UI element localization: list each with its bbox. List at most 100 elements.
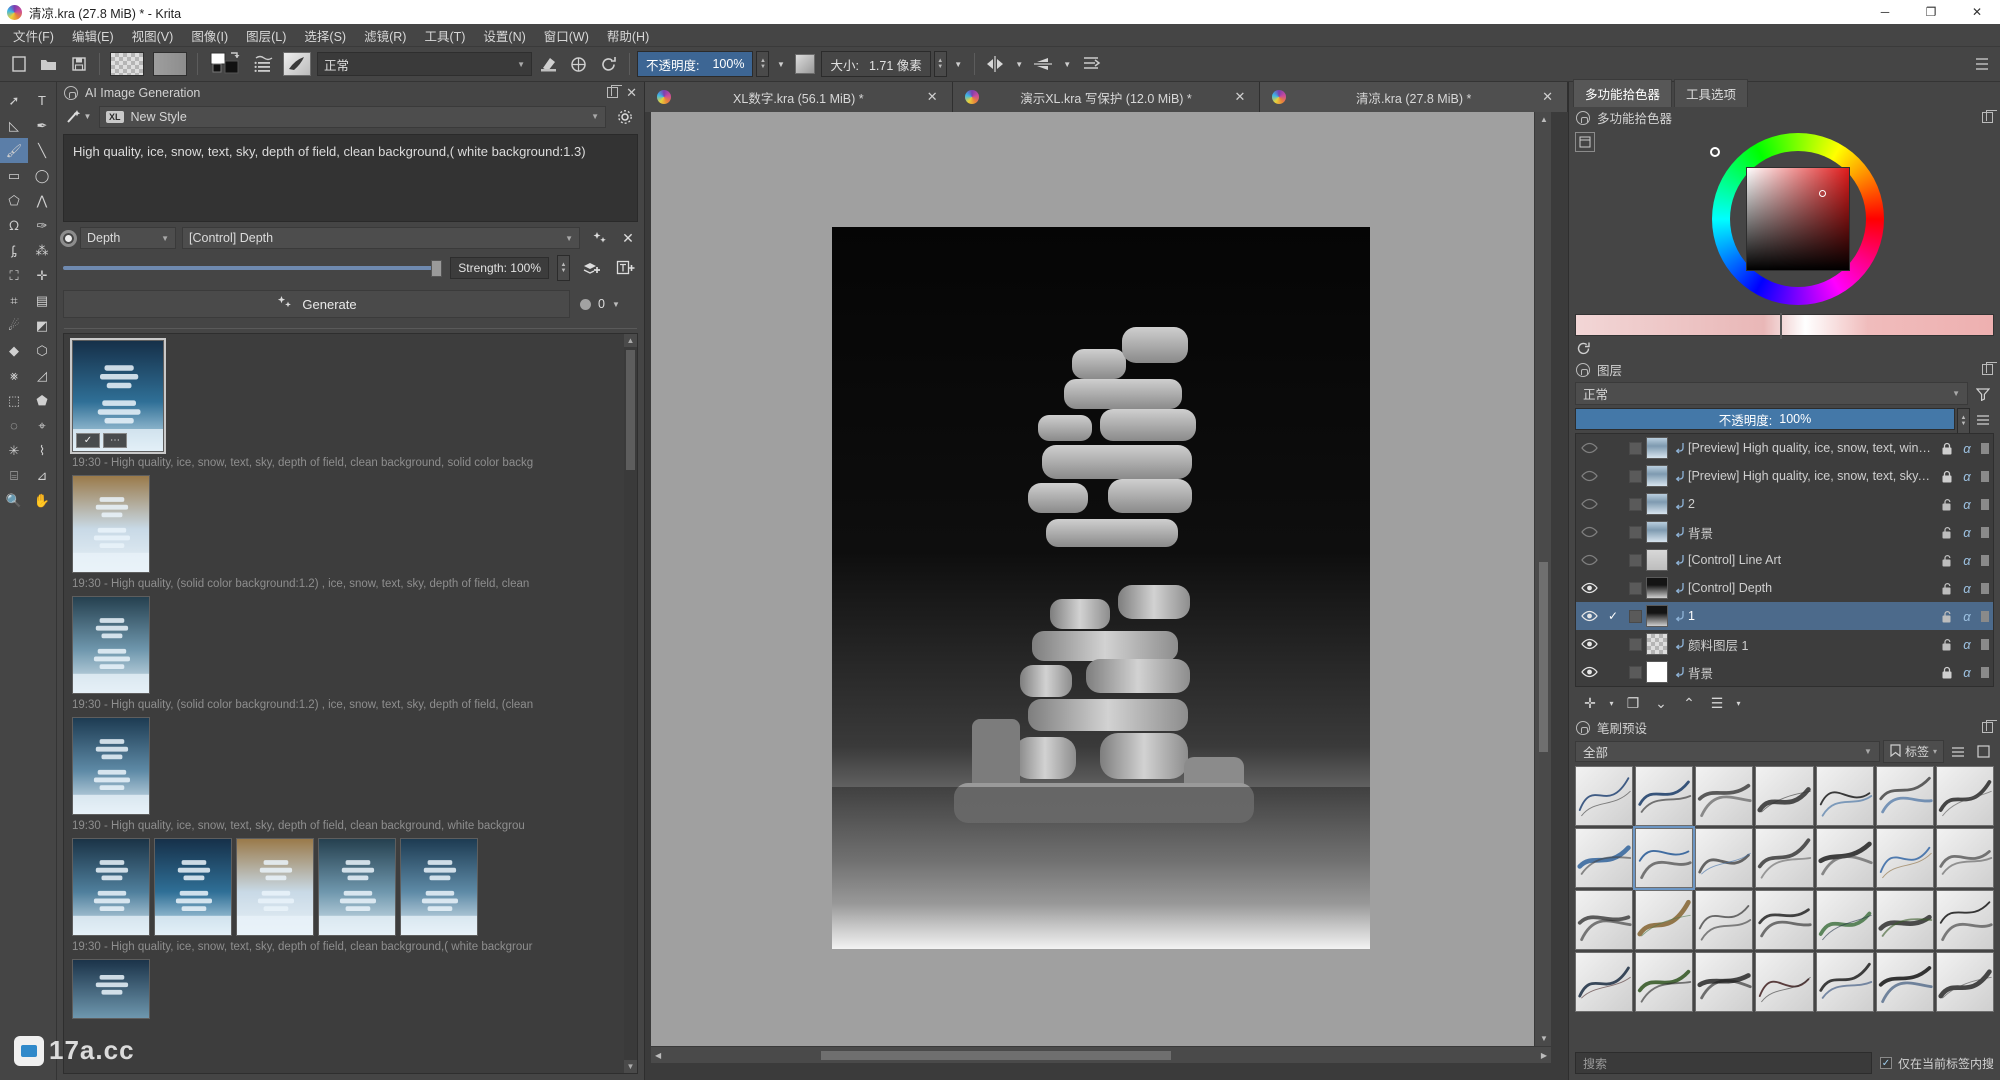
- canvas-tab-close-icon[interactable]: ✕: [927, 89, 938, 105]
- menu-item-image[interactable]: 图像(I): [182, 23, 237, 48]
- table-row[interactable]: [Preview] High quality, ice, snow, text,…: [1576, 434, 1993, 462]
- tab-tool-options[interactable]: 工具选项: [1674, 79, 1749, 107]
- menu-item-window[interactable]: 窗口(W): [535, 23, 598, 48]
- ai-result-thumbnail[interactable]: [400, 838, 478, 936]
- float-docker-icon[interactable]: [1982, 720, 1997, 733]
- lock-open-icon[interactable]: [1937, 610, 1957, 623]
- toolbar-overflow-icon[interactable]: [1968, 51, 1995, 78]
- color-sampler-tool[interactable]: ☄: [0, 313, 28, 338]
- ai-result-badge[interactable]: ⋯: [103, 433, 127, 448]
- eye-hidden-icon[interactable]: [1576, 498, 1602, 510]
- menu-item-filter[interactable]: 滤镜(R): [355, 23, 415, 48]
- table-row[interactable]: [Preview] High quality, ice, snow, text,…: [1576, 462, 1993, 490]
- ai-result-thumbnail[interactable]: [318, 838, 396, 936]
- assistant-tool[interactable]: ⨳: [0, 363, 28, 388]
- foreground-background-color-icon[interactable]: [205, 51, 247, 78]
- brush-preset-6[interactable]: [1935, 766, 1994, 826]
- blend-mode-combo[interactable]: 正常 ▼: [317, 52, 532, 76]
- brush-preset-grid[interactable]: [1575, 766, 1994, 1047]
- brush-preset-16[interactable]: [1695, 890, 1754, 950]
- brush-preset-25[interactable]: [1815, 952, 1874, 1012]
- menu-item-view[interactable]: 视图(V): [123, 23, 183, 48]
- table-row[interactable]: ✓ 1 α: [1576, 602, 1993, 630]
- color-wheel[interactable]: [1601, 128, 1994, 310]
- line-tool[interactable]: ╲: [28, 138, 56, 163]
- ai-result-thumbnail[interactable]: [72, 475, 150, 573]
- canvas-tab-2[interactable]: 清凉.kra (27.8 MiB) * ✕: [1260, 82, 1569, 112]
- ai-result-thumbnail[interactable]: [236, 838, 314, 936]
- clear-brush-icon[interactable]: [535, 51, 562, 78]
- move-layer-up-button[interactable]: ⌃: [1676, 692, 1702, 716]
- lock-open-icon[interactable]: [1937, 582, 1957, 595]
- eye-visible-icon[interactable]: [1576, 666, 1602, 678]
- opacity-field[interactable]: 不透明度: 100%: [637, 51, 754, 77]
- lock-closed-icon[interactable]: [1937, 470, 1957, 483]
- brush-preset-26[interactable]: [1875, 952, 1934, 1012]
- crop-tool[interactable]: ⌗: [0, 288, 28, 313]
- table-row[interactable]: 背景 α: [1576, 658, 1993, 686]
- brush-preset-20[interactable]: [1935, 890, 1994, 950]
- lock-open-icon[interactable]: [1937, 498, 1957, 511]
- ai-result-thumbnail[interactable]: [72, 838, 150, 936]
- value-strip[interactable]: [1575, 313, 1994, 339]
- brush-preset-17[interactable]: [1755, 890, 1814, 950]
- layer-list[interactable]: [Preview] High quality, ice, snow, text,…: [1575, 433, 1994, 687]
- brush-preset-9[interactable]: [1695, 828, 1754, 888]
- enclose-fill-tool[interactable]: ⊿: [28, 463, 56, 488]
- lock-icon[interactable]: [1576, 362, 1590, 377]
- strength-value[interactable]: Strength: 100%: [450, 257, 549, 279]
- ai-result-thumbnail[interactable]: [154, 838, 232, 936]
- ai-result-thumbnail[interactable]: [72, 717, 150, 815]
- open-folder-icon[interactable]: [35, 51, 62, 78]
- table-row[interactable]: 颜料图层 1 α: [1576, 630, 1993, 658]
- add-text-icon[interactable]: [612, 257, 638, 279]
- brush-preset-2[interactable]: [1695, 766, 1754, 826]
- refresh-icon[interactable]: [1576, 341, 1591, 359]
- bezier-curve-tool[interactable]: ᘯ: [0, 213, 28, 238]
- brush-preset-24[interactable]: [1755, 952, 1814, 1012]
- artboard[interactable]: [832, 226, 1370, 949]
- canvas-tab-close-icon[interactable]: ✕: [1542, 89, 1553, 105]
- control-generate-icon[interactable]: [586, 227, 612, 249]
- new-file-icon[interactable]: [5, 51, 32, 78]
- alpha-lock-icon[interactable]: α: [1957, 609, 1977, 624]
- menu-item-tools[interactable]: 工具(T): [415, 23, 474, 48]
- layer-extra-icon[interactable]: [1977, 526, 1993, 538]
- opacity-stepper[interactable]: ▲ ▼: [756, 51, 770, 77]
- brush-preset-icon[interactable]: [280, 51, 314, 78]
- layer-extra-icon[interactable]: [1977, 498, 1993, 510]
- dynamic-brush-tool[interactable]: ᶋ: [0, 238, 28, 263]
- scroll-down-arrow-icon[interactable]: ▼: [1540, 1034, 1548, 1043]
- lock-open-icon[interactable]: [1937, 526, 1957, 539]
- move-layer-down-button[interactable]: ⌄: [1648, 692, 1674, 716]
- close-button[interactable]: ✕: [1954, 0, 2000, 24]
- calligraphy-tool[interactable]: ✒: [28, 113, 56, 138]
- add-layer-dropdown[interactable]: ▾: [1605, 692, 1618, 716]
- brush-preset-18[interactable]: [1815, 890, 1874, 950]
- alpha-lock-icon[interactable]: α: [1957, 665, 1977, 680]
- eye-hidden-icon[interactable]: [1576, 526, 1602, 538]
- zoom-tool[interactable]: 🔍: [0, 488, 28, 513]
- layer-extra-icon[interactable]: [1977, 582, 1993, 594]
- menu-item-file[interactable]: 文件(F): [4, 23, 63, 48]
- strength-stepper[interactable]: ▲ ▼: [557, 255, 570, 281]
- tab-color-selector[interactable]: 多功能拾色器: [1573, 79, 1673, 107]
- freehand-path-tool[interactable]: ✑: [28, 213, 56, 238]
- gradient-swatch-icon[interactable]: [150, 51, 190, 78]
- brush-preset-7[interactable]: [1575, 828, 1634, 888]
- inherit-alpha-icon[interactable]: [1624, 581, 1646, 595]
- remove-control-icon[interactable]: ✕: [618, 228, 638, 248]
- gear-icon[interactable]: [612, 106, 638, 128]
- table-row[interactable]: [Control] Depth α: [1576, 574, 1993, 602]
- search-in-tag-checkbox-row[interactable]: ✓ 仅在当前标签内搜: [1879, 1055, 1994, 1072]
- lock-icon[interactable]: [64, 85, 78, 100]
- lock-icon[interactable]: [1576, 110, 1590, 125]
- brush-search-input[interactable]: 搜索: [1575, 1052, 1872, 1074]
- scroll-up-arrow-icon[interactable]: ▲: [624, 334, 637, 347]
- filter-icon[interactable]: [1972, 382, 1994, 405]
- gradient-presets-icon[interactable]: [250, 51, 277, 78]
- brush-preset-11[interactable]: [1815, 828, 1874, 888]
- layer-extra-icon[interactable]: [1977, 442, 1993, 454]
- magic-wand-icon[interactable]: ▼: [63, 106, 93, 128]
- layer-select-checkbox[interactable]: ✓: [1602, 609, 1624, 623]
